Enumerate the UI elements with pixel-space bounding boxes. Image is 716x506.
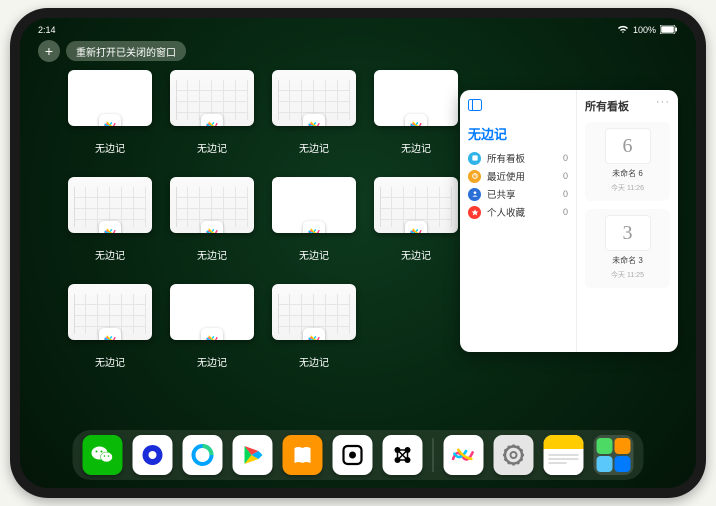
connect-icon[interactable] — [383, 435, 423, 475]
status-time: 2:14 — [38, 25, 56, 35]
board-name: 未命名 6 — [612, 168, 643, 179]
freeform-app-icon — [405, 221, 427, 233]
books-icon[interactable] — [283, 435, 323, 475]
window-thumbnail[interactable]: 无边记 — [68, 177, 152, 262]
panel-sidebar: 无边记 所有看板 0 最近使用 0 已共享 0 个人收藏 0 — [460, 90, 576, 352]
board-card[interactable]: 6 未命名 6 今天 11:26 — [585, 122, 670, 201]
freeform-app-icon — [99, 114, 121, 126]
window-label: 无边记 — [197, 354, 227, 369]
sidebar-item-icon — [468, 206, 481, 219]
window-thumbnail[interactable]: 无边记 — [272, 177, 356, 262]
wechat-icon[interactable] — [83, 435, 123, 475]
sidebar-item-icon — [468, 188, 481, 201]
settings-icon[interactable] — [494, 435, 534, 475]
panel-content: 所有看板 6未命名 6今天 11:263未命名 3今天 11:25 — [576, 90, 678, 352]
freeform-panel: ··· 无边记 所有看板 0 最近使用 0 已共享 0 个人收藏 0 所有看板 6 未命名 6 今… — [460, 90, 678, 352]
window-label: 无边记 — [299, 247, 329, 262]
qqbrowser-icon[interactable] — [183, 435, 223, 475]
board-name: 未命名 3 — [612, 255, 643, 266]
window-thumbnail[interactable]: 无边记 — [272, 284, 356, 369]
sidebar-item-label: 个人收藏 — [487, 205, 525, 219]
window-label: 无边记 — [197, 140, 227, 155]
sidebar-item[interactable]: 已共享 0 — [468, 185, 568, 203]
top-buttons: + 重新打开已关闭的窗口 — [38, 40, 186, 62]
sidebar-item-label: 已共享 — [487, 187, 516, 201]
window-label: 无边记 — [95, 354, 125, 369]
ipad-frame: 2:14 100% + 重新打开已关闭的窗口 无边记无边记无边记无边记无边记无边… — [10, 8, 706, 498]
window-label: 无边记 — [401, 247, 431, 262]
sidebar-item[interactable]: 所有看板 0 — [468, 149, 568, 167]
freeform-app-icon — [405, 114, 427, 126]
panel-more-icon[interactable]: ··· — [656, 96, 670, 108]
freeform-icon[interactable] — [444, 435, 484, 475]
status-bar: 2:14 100% — [20, 22, 696, 38]
window-label: 无边记 — [197, 247, 227, 262]
sidebar-item-icon — [468, 170, 481, 183]
board-date: 今天 11:26 — [611, 183, 644, 193]
freeform-app-icon — [99, 221, 121, 233]
freeform-app-icon — [201, 221, 223, 233]
window-label: 无边记 — [95, 247, 125, 262]
window-thumbnail[interactable]: 无边记 — [374, 70, 458, 155]
screen: 2:14 100% + 重新打开已关闭的窗口 无边记无边记无边记无边记无边记无边… — [20, 18, 696, 488]
freeform-app-icon — [99, 328, 121, 340]
window-thumbnail[interactable]: 无边记 — [272, 70, 356, 155]
new-window-button[interactable]: + — [38, 40, 60, 62]
window-label: 无边记 — [299, 140, 329, 155]
window-thumbnail[interactable]: 无边记 — [170, 177, 254, 262]
battery-text: 100% — [633, 25, 656, 35]
sidebar-item-count: 0 — [563, 153, 568, 163]
freeform-app-icon — [201, 114, 223, 126]
window-label: 无边记 — [401, 140, 431, 155]
sidebar-item-count: 0 — [563, 207, 568, 217]
window-thumbnail[interactable]: 无边记 — [170, 284, 254, 369]
window-thumbnail[interactable]: 无边记 — [170, 70, 254, 155]
wifi-icon — [617, 25, 629, 36]
battery-icon — [660, 25, 678, 36]
app-library-icon[interactable] — [594, 435, 634, 475]
board-thumbnail: 3 — [605, 215, 651, 251]
sidebar-item-count: 0 — [563, 171, 568, 181]
play-icon[interactable] — [233, 435, 273, 475]
sidebar-item[interactable]: 个人收藏 0 — [468, 203, 568, 221]
notes-icon[interactable] — [544, 435, 584, 475]
panel-title: 无边记 — [468, 124, 568, 143]
sidebar-item-icon — [468, 152, 481, 165]
dice-icon[interactable] — [333, 435, 373, 475]
freeform-app-icon — [201, 328, 223, 340]
freeform-app-icon — [303, 328, 325, 340]
window-thumbnail[interactable]: 无边记 — [68, 70, 152, 155]
freeform-app-icon — [303, 114, 325, 126]
quark-icon[interactable] — [133, 435, 173, 475]
sidebar-item-count: 0 — [563, 189, 568, 199]
window-thumbnail[interactable]: 无边记 — [68, 284, 152, 369]
board-card[interactable]: 3 未命名 3 今天 11:25 — [585, 209, 670, 288]
sidebar-item-label: 最近使用 — [487, 169, 525, 183]
window-label: 无边记 — [299, 354, 329, 369]
sidebar-item[interactable]: 最近使用 0 — [468, 167, 568, 185]
sidebar-item-label: 所有看板 — [487, 151, 525, 165]
freeform-app-icon — [303, 221, 325, 233]
reopen-closed-button[interactable]: 重新打开已关闭的窗口 — [66, 41, 186, 61]
dock — [73, 430, 644, 480]
dock-separator — [433, 438, 434, 472]
window-grid: 无边记无边记无边记无边记无边记无边记无边记无边记无边记无边记无边记 — [68, 70, 458, 369]
window-label: 无边记 — [95, 140, 125, 155]
window-thumbnail[interactable]: 无边记 — [374, 177, 458, 262]
sidebar-icon — [468, 98, 482, 116]
board-date: 今天 11:25 — [611, 270, 644, 280]
board-thumbnail: 6 — [605, 128, 651, 164]
